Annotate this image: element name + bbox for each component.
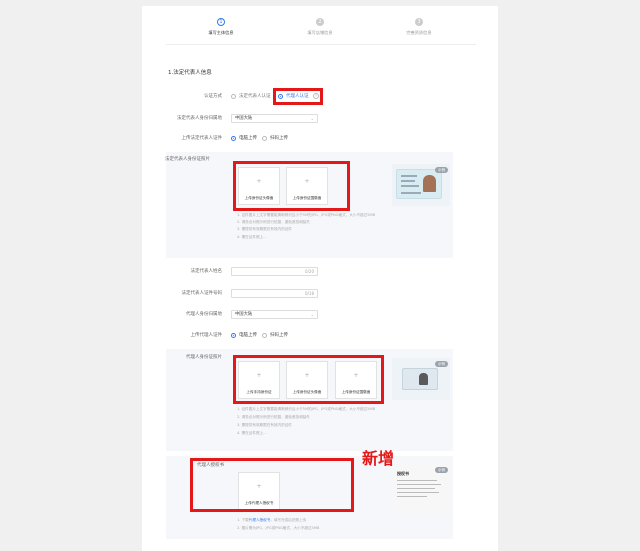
step-1-label: 填写主体信息 bbox=[208, 30, 234, 35]
steps-divider bbox=[166, 44, 476, 45]
legal-rep-id-label: 法定代表人证件号码 bbox=[181, 291, 223, 296]
agent-region-select[interactable]: 中国大陆 ⌄ bbox=[231, 310, 318, 319]
legal-rep-region-value: 中国大陆 bbox=[235, 116, 253, 121]
highlight-agent-photos bbox=[233, 355, 384, 404]
agent-id-upload-label: 上传代理人证件 bbox=[190, 333, 223, 338]
option-agent-computer-upload[interactable]: 电脑上传 bbox=[239, 333, 257, 339]
chevron-down-icon: ⌄ bbox=[310, 312, 314, 317]
agent-photo-label: 代理人身份证照片 bbox=[186, 355, 222, 360]
highlight-agent-cert bbox=[273, 88, 323, 105]
agent-tip-1: 1. 证件图片上文字需要能清晰辨识且小于5M的JPG、JPG或PNG格式，大小不… bbox=[237, 407, 376, 411]
legal-rep-tip-4: 4. 需在证件照上… bbox=[237, 235, 267, 239]
agent-tip-3: 3. 需提供有效期限在有效内的证件 bbox=[237, 423, 292, 427]
radio-agent-scan-upload[interactable] bbox=[262, 333, 267, 338]
highlight-legal-rep-photos bbox=[233, 161, 350, 211]
legal-rep-id-example: 示例 bbox=[392, 164, 450, 206]
authorization-tip-1: 1. 下载代理人授权书，填写完成后拍照上传 bbox=[237, 518, 307, 522]
legal-rep-region-select[interactable]: 中国大陆 ⌄ bbox=[231, 114, 318, 123]
option-agent-scan-upload[interactable]: 扫码上传 bbox=[270, 333, 288, 339]
char-counter: 0/18 bbox=[305, 291, 314, 296]
example-badge: 示例 bbox=[435, 361, 448, 367]
legal-rep-id-upload-label: 上传法定代表人证件 bbox=[181, 136, 223, 141]
legal-rep-tip-3: 3. 需提供有效期限在有效内的证件 bbox=[237, 227, 292, 231]
step-1-indicator: 1 bbox=[217, 18, 225, 26]
legal-rep-name-label: 法定代表人姓名 bbox=[190, 269, 223, 274]
handheld-id-image bbox=[402, 368, 438, 390]
chevron-down-icon: ⌄ bbox=[310, 116, 314, 121]
legal-rep-tip-2: 2. 请务必对照示例进行拍摄，避免遮挡和缺失 bbox=[237, 220, 310, 224]
radio-scan-upload[interactable] bbox=[262, 136, 267, 141]
radio-legal-rep-cert[interactable] bbox=[231, 94, 236, 99]
example-badge: 示例 bbox=[435, 167, 448, 173]
download-authorization-link[interactable]: 代理人授权书 bbox=[249, 518, 271, 522]
authorization-example: 授权书 示例 bbox=[392, 464, 450, 514]
option-computer-upload[interactable]: 电脑上传 bbox=[239, 136, 257, 142]
example-badge: 示例 bbox=[435, 467, 448, 473]
option-scan-upload[interactable]: 扫码上传 bbox=[270, 136, 288, 142]
agent-region-value: 中国大陆 bbox=[235, 312, 253, 317]
cert-method-label: 认证方式 bbox=[204, 94, 222, 99]
agent-tip-4: 4. 需在证件照上… bbox=[237, 431, 267, 435]
legal-rep-region-label: 法定代表人身份归属地 bbox=[177, 116, 222, 121]
step-2-label: 填写店铺信息 bbox=[307, 30, 333, 35]
radio-agent-computer-upload[interactable] bbox=[231, 333, 236, 338]
option-legal-rep-cert[interactable]: 法定代表人认证 bbox=[239, 94, 271, 100]
char-counter: 0/20 bbox=[305, 269, 314, 274]
radio-computer-upload[interactable] bbox=[231, 136, 236, 141]
authorization-doc-title: 授权书 bbox=[397, 471, 409, 476]
form-page: 1 填写主体信息 2 填写店铺信息 3 完善资质信息 1.法定代表人信息 认证方… bbox=[142, 6, 498, 551]
authorization-tip-2: 2. 图片需为JPG、JPG或PNG格式，大小不超过5MB bbox=[237, 526, 320, 530]
step-2-indicator: 2 bbox=[316, 18, 324, 26]
agent-tip-2: 2. 请务必对照示例进行拍摄，避免遮挡和缺失 bbox=[237, 415, 310, 419]
agent-id-example: 示例 bbox=[392, 358, 450, 400]
step-3-label: 完善资质信息 bbox=[406, 30, 432, 35]
legal-rep-tip-1: 1. 证件图片上文字需要能清晰辨识且小于5M的JPG、JPG或PNG格式，大小不… bbox=[237, 213, 376, 217]
new-annotation: 新增 bbox=[362, 449, 395, 468]
highlight-authorization bbox=[190, 458, 354, 512]
legal-rep-name-input[interactable]: 0/20 bbox=[231, 267, 318, 276]
step-3-indicator: 3 bbox=[415, 18, 423, 26]
id-card-image bbox=[396, 169, 442, 199]
section-title: 1.法定代表人信息 bbox=[168, 70, 212, 76]
legal-rep-photo-label: 法定代表人身份证照片 bbox=[165, 157, 210, 162]
legal-rep-id-input[interactable]: 0/18 bbox=[231, 289, 318, 298]
agent-region-label: 代理人身份归属地 bbox=[186, 312, 222, 317]
